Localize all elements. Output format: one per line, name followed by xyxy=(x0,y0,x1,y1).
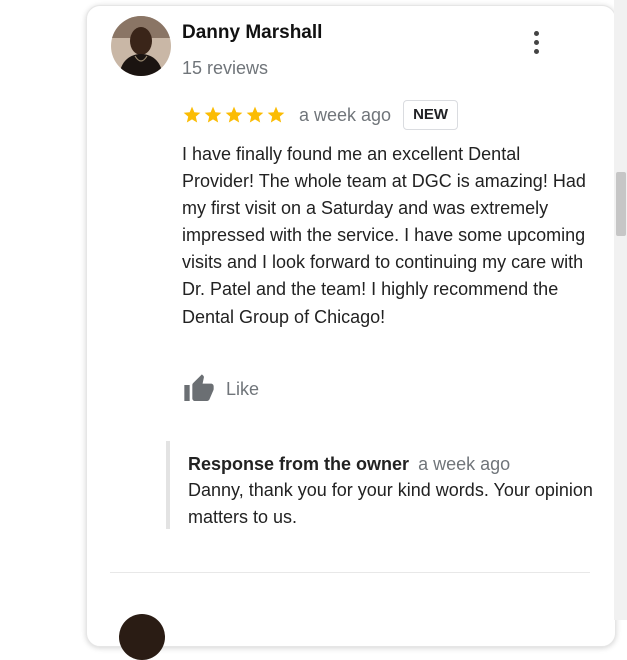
new-badge: NEW xyxy=(403,100,459,130)
menu-dot xyxy=(533,39,539,45)
star-icon xyxy=(204,106,222,123)
menu-dot xyxy=(533,30,539,36)
menu-dot xyxy=(533,48,539,54)
scrollbar-track[interactable] xyxy=(614,0,627,620)
more-options-icon[interactable] xyxy=(524,28,548,56)
like-button[interactable]: Like xyxy=(182,373,259,405)
owner-response-time: a week ago xyxy=(418,454,511,474)
review-time: a week ago xyxy=(299,104,392,125)
star-icon xyxy=(183,106,201,123)
reviewer-name[interactable]: Danny Marshall xyxy=(182,22,322,44)
owner-response: Response from the owner a week ago Danny… xyxy=(166,441,608,529)
rating-row: a week ago NEW xyxy=(182,99,459,131)
review-text: I have finally found me an excellent Den… xyxy=(182,144,586,327)
star-icon xyxy=(225,106,243,123)
owner-response-text: Danny, thank you for your kind words. Yo… xyxy=(188,480,593,527)
owner-response-title: Response from the owner xyxy=(188,454,410,474)
reviewer-review-count[interactable]: 15 reviews xyxy=(182,58,268,79)
review-card: Danny Marshall 15 reviews a week ago NEW… xyxy=(86,5,616,660)
star-icon xyxy=(267,106,285,123)
owner-response-header: Response from the owner a week ago xyxy=(188,451,608,477)
scrollbar-thumb[interactable] xyxy=(616,172,626,236)
review-divider xyxy=(110,572,590,573)
star-rating xyxy=(182,105,286,125)
reviewer-avatar[interactable] xyxy=(111,16,171,76)
like-label: Like xyxy=(226,378,260,399)
star-icon xyxy=(246,106,264,123)
next-reviewer-avatar[interactable] xyxy=(119,614,165,660)
thumb-up-icon xyxy=(184,374,214,401)
